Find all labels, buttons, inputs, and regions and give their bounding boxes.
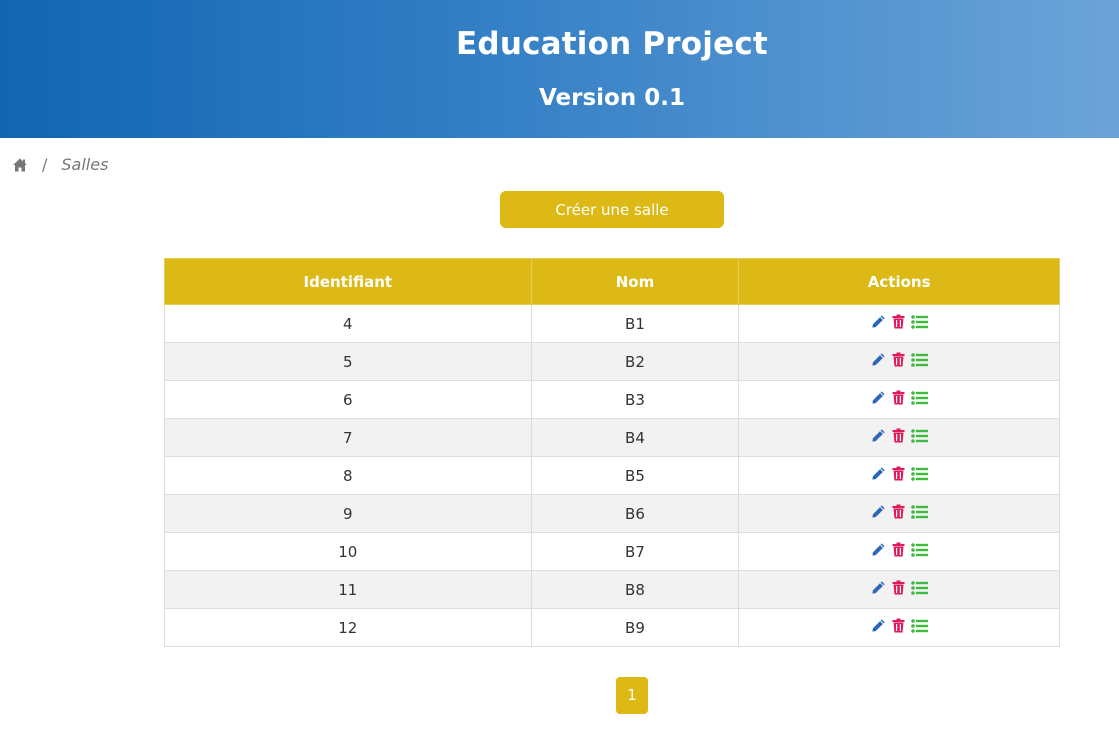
column-header-nom[interactable]: Nom — [530, 258, 740, 305]
table-row: 12 B9 — [164, 608, 1060, 647]
trash-icon[interactable] — [892, 618, 905, 637]
breadcrumb: / Salles — [12, 155, 108, 174]
cell-identifiant: 11 — [164, 570, 532, 609]
cell-actions — [738, 570, 1060, 609]
pencil-icon[interactable] — [871, 390, 886, 409]
breadcrumb-current: Salles — [61, 155, 109, 174]
pagination-page-1[interactable]: 1 — [616, 677, 648, 714]
cell-actions — [738, 494, 1060, 533]
app-version: Version 0.1 — [539, 85, 685, 111]
list-icon[interactable] — [910, 314, 928, 333]
cell-identifiant: 6 — [164, 380, 532, 419]
column-header-actions: Actions — [738, 258, 1060, 305]
table-row: 5 B2 — [164, 342, 1060, 381]
cell-actions — [738, 304, 1060, 343]
cell-actions — [738, 532, 1060, 571]
cell-actions — [738, 456, 1060, 495]
app-title: Education Project — [456, 26, 768, 62]
cell-identifiant: 9 — [164, 494, 532, 533]
pencil-icon[interactable] — [871, 580, 886, 599]
cell-identifiant: 12 — [164, 608, 532, 647]
table-row: 7 B4 — [164, 418, 1060, 457]
table-row: 9 B6 — [164, 494, 1060, 533]
column-header-identifiant[interactable]: Identifiant — [164, 258, 532, 305]
cell-nom: B7 — [530, 532, 740, 571]
table-header-row: Identifiant Nom Actions — [164, 258, 1060, 305]
trash-icon[interactable] — [892, 466, 905, 485]
table-row: 8 B5 — [164, 456, 1060, 495]
pencil-icon[interactable] — [871, 352, 886, 371]
trash-icon[interactable] — [892, 580, 905, 599]
cell-nom: B2 — [530, 342, 740, 381]
table-row: 4 B1 — [164, 304, 1060, 343]
pencil-icon[interactable] — [871, 618, 886, 637]
cell-identifiant: 5 — [164, 342, 532, 381]
table-row: 10 B7 — [164, 532, 1060, 571]
trash-icon[interactable] — [892, 504, 905, 523]
cell-nom: B6 — [530, 494, 740, 533]
trash-icon[interactable] — [892, 390, 905, 409]
cell-nom: B8 — [530, 570, 740, 609]
cell-identifiant: 8 — [164, 456, 532, 495]
trash-icon[interactable] — [892, 352, 905, 371]
rooms-table: Identifiant Nom Actions 4 B1 5 B2 6 B3 7 B4 8 B5 9… — [164, 258, 1060, 647]
pencil-icon[interactable] — [871, 314, 886, 333]
pencil-icon[interactable] — [871, 466, 886, 485]
list-icon[interactable] — [910, 466, 928, 485]
list-icon[interactable] — [910, 618, 928, 637]
list-icon[interactable] — [910, 580, 928, 599]
cell-actions — [738, 380, 1060, 419]
cell-identifiant: 4 — [164, 304, 532, 343]
create-room-button[interactable]: Créer une salle — [500, 191, 724, 228]
breadcrumb-separator: / — [42, 155, 48, 174]
list-icon[interactable] — [910, 542, 928, 561]
table-row: 11 B8 — [164, 570, 1060, 609]
cell-nom: B5 — [530, 456, 740, 495]
home-icon[interactable] — [12, 157, 28, 173]
list-icon[interactable] — [910, 352, 928, 371]
cell-identifiant: 7 — [164, 418, 532, 457]
trash-icon[interactable] — [892, 314, 905, 333]
cell-nom: B9 — [530, 608, 740, 647]
cell-nom: B1 — [530, 304, 740, 343]
list-icon[interactable] — [910, 428, 928, 447]
cell-identifiant: 10 — [164, 532, 532, 571]
pencil-icon[interactable] — [871, 542, 886, 561]
trash-icon[interactable] — [892, 542, 905, 561]
list-icon[interactable] — [910, 390, 928, 409]
list-icon[interactable] — [910, 504, 928, 523]
cell-actions — [738, 342, 1060, 381]
cell-actions — [738, 418, 1060, 457]
cell-nom: B4 — [530, 418, 740, 457]
pencil-icon[interactable] — [871, 504, 886, 523]
trash-icon[interactable] — [892, 428, 905, 447]
page-header: Education Project Version 0.1 — [0, 0, 1119, 138]
table-row: 6 B3 — [164, 380, 1060, 419]
cell-nom: B3 — [530, 380, 740, 419]
pencil-icon[interactable] — [871, 428, 886, 447]
cell-actions — [738, 608, 1060, 647]
